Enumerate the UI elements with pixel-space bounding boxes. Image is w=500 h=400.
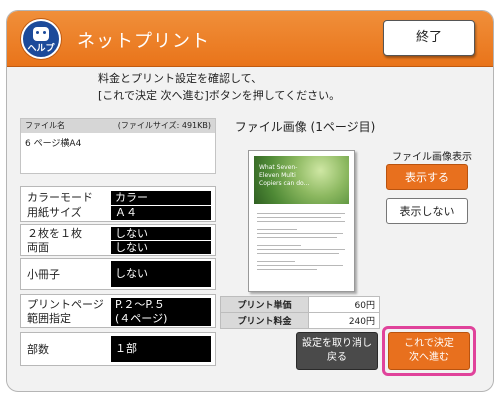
preview-photo: What Seven- Eleven Multi Copiers can do.… xyxy=(254,156,349,204)
preview-photo-text-1: What Seven- xyxy=(259,164,298,171)
header-bar: ヘルプ ネットプリント 終了 xyxy=(7,11,493,67)
robot-icon xyxy=(33,27,49,41)
setting-nup-duplex: ２枚を１枚 両面 しない しない xyxy=(20,224,216,256)
unit-price-label: プリント単価 xyxy=(220,296,309,313)
preview-text-line xyxy=(257,245,301,246)
preview-title: ファイル画像 (1ページ目) xyxy=(234,120,376,134)
range-label: 範囲指定 xyxy=(27,312,71,325)
booklet-value: しない xyxy=(111,261,211,287)
paper-size-value: Ａ４ xyxy=(111,206,211,220)
paper-size-label: 用紙サイズ xyxy=(27,206,82,219)
instruction-text: 料金とプリント設定を確認して、 [これで決定 次へ進む]ボタンを押してください。 xyxy=(98,72,341,102)
color-mode-label: カラーモード xyxy=(27,191,93,204)
color-mode-value: カラー xyxy=(111,191,211,205)
file-size-label: (ファイルサイズ: 491KB) xyxy=(117,121,211,130)
price-row: プリント単価 60円 xyxy=(220,296,380,313)
preview-text-line xyxy=(257,229,297,230)
total-price-value: 240円 xyxy=(308,312,380,329)
preview-text-line xyxy=(257,265,343,266)
file-name-label: ファイル名 xyxy=(25,121,65,130)
file-name-value: 6 ページ横A4 xyxy=(25,139,82,149)
file-preview-image: What Seven- Eleven Multi Copiers can do.… xyxy=(248,150,355,292)
copies-value: １部 xyxy=(111,336,211,362)
hide-image-button[interactable]: 表示しない xyxy=(386,198,468,224)
total-price-label: プリント料金 xyxy=(220,312,309,329)
preview-text-line xyxy=(257,221,345,222)
next-line-2: 次へ進む xyxy=(409,352,449,363)
price-row: プリント料金 240円 xyxy=(220,312,380,329)
help-label: ヘルプ xyxy=(27,44,55,54)
unit-price-value: 60円 xyxy=(308,296,380,313)
price-table: プリント単価 60円 プリント料金 240円 xyxy=(220,296,380,329)
cancel-line-2: 戻る xyxy=(327,352,347,363)
file-info-panel: ファイル名 (ファイルサイズ: 491KB) 6 ページ横A4 xyxy=(20,118,216,174)
setting-color-paper: カラーモード 用紙サイズ カラー Ａ４ xyxy=(20,186,216,222)
copies-label: 部数 xyxy=(27,343,49,356)
display-toggle-label: ファイル画像表示 xyxy=(392,152,472,163)
cancel-line-1: 設定を取り消し xyxy=(302,338,372,349)
booklet-label: 小冊子 xyxy=(27,268,60,281)
preview-text-line xyxy=(257,237,337,238)
preview-text-line xyxy=(257,261,295,262)
next-line-1: これで決定 xyxy=(404,338,454,349)
duplex-label: 両面 xyxy=(27,241,49,254)
file-info-header: ファイル名 (ファイルサイズ: 491KB) xyxy=(21,119,215,133)
help-button[interactable]: ヘルプ xyxy=(21,19,61,59)
pages-range-value: P.２～P.５ xyxy=(111,298,211,312)
setting-print-pages: プリントページ 範囲指定 P.２～P.５ (４ページ) xyxy=(20,294,216,328)
show-image-button[interactable]: 表示する xyxy=(386,164,468,190)
preview-text-line xyxy=(257,249,345,250)
end-button[interactable]: 終了 xyxy=(383,20,475,56)
cancel-settings-button[interactable]: 設定を取り消し 戻る xyxy=(296,332,378,370)
nup-label: ２枚を１枚 xyxy=(27,227,82,240)
preview-photo-text-3: Copiers can do... xyxy=(259,180,310,187)
preview-text-line xyxy=(257,269,317,270)
page-title: ネットプリント xyxy=(77,31,210,52)
duplex-value: しない xyxy=(111,241,211,254)
confirm-next-button[interactable]: これで決定 次へ進む xyxy=(388,332,470,370)
pages-count-value: (４ページ) xyxy=(111,312,211,326)
setting-booklet: 小冊子 しない xyxy=(20,258,216,290)
setting-copies: 部数 １部 xyxy=(20,332,216,366)
preview-text-line xyxy=(257,217,341,218)
preview-photo-text-2: Eleven Multi xyxy=(259,172,296,179)
preview-text-line xyxy=(257,253,339,254)
preview-text-line xyxy=(257,213,345,214)
preview-text-line xyxy=(257,233,343,234)
nup-value: しない xyxy=(111,227,211,240)
print-pages-label: プリントページ xyxy=(27,298,104,311)
